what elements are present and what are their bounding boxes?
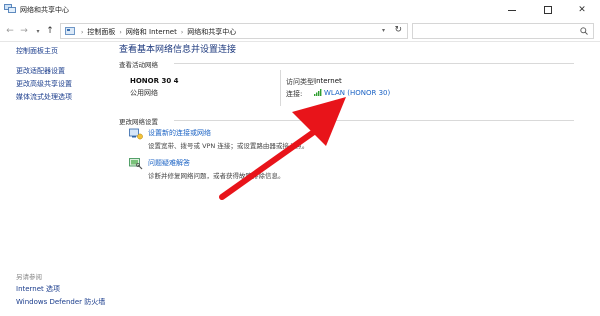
- navigation-bar: ← → ▾ ↑ › 控制面板 › 网络和 Internet › 网络和共享中心 …: [0, 20, 600, 42]
- back-button[interactable]: ←: [4, 24, 16, 38]
- chevron-down-icon: ▾: [36, 27, 40, 35]
- address-dropdown-icon[interactable]: ▾: [382, 27, 385, 34]
- control-panel-icon: [65, 27, 75, 35]
- media-streaming-options-link[interactable]: 媒体流式处理选项: [16, 92, 72, 102]
- network-setup-icon: [129, 128, 143, 140]
- network-name: HONOR 30 4: [130, 77, 179, 85]
- close-button[interactable]: ✕: [564, 0, 600, 20]
- recent-locations-button[interactable]: ▾: [32, 24, 44, 38]
- breadcrumb-network-center[interactable]: 网络和共享中心: [187, 27, 236, 37]
- network-center-icon: [4, 4, 16, 13]
- connection-wlan-link[interactable]: WLAN (HONOR 30): [324, 89, 390, 97]
- change-advanced-sharing-link[interactable]: 更改高级共享设置: [16, 79, 72, 89]
- window-title: 网络和共享中心: [20, 6, 69, 14]
- up-button[interactable]: ↑: [44, 24, 56, 38]
- maximize-button[interactable]: [530, 0, 566, 20]
- up-arrow-icon: ↑: [46, 26, 54, 36]
- troubleshoot-desc: 诊断并修复网络问题，或者获得故障排除信息。: [148, 172, 285, 180]
- page-title: 查看基本网络信息并设置连接: [119, 45, 237, 55]
- minimize-icon: [508, 9, 516, 11]
- breadcrumb-separator-icon: ›: [180, 28, 184, 36]
- back-arrow-icon: ←: [6, 26, 14, 36]
- wifi-signal-icon: [314, 89, 322, 96]
- breadcrumb-network-internet[interactable]: 网络和 Internet: [126, 27, 177, 37]
- maximize-icon: [544, 6, 552, 14]
- forward-button[interactable]: →: [18, 24, 30, 38]
- change-settings-label: 更改网络设置: [119, 118, 158, 126]
- active-networks-label: 查看活动网络: [119, 61, 158, 69]
- breadcrumb-control-panel[interactable]: 控制面板: [87, 27, 115, 37]
- title-bar: 网络和共享中心 ✕: [0, 0, 600, 20]
- windows-defender-firewall-link[interactable]: Windows Defender 防火墙: [16, 297, 105, 307]
- network-profile-link[interactable]: 公用网络: [130, 88, 158, 98]
- address-bar[interactable]: › 控制面板 › 网络和 Internet › 网络和共享中心 ▾ ↻: [60, 23, 408, 39]
- setup-new-connection-link[interactable]: 设置新的连接或网络: [148, 128, 211, 138]
- see-also-label: 另请参阅: [16, 273, 42, 281]
- access-type-label: 访问类型:: [286, 78, 317, 86]
- section-divider: [174, 120, 574, 121]
- troubleshoot-icon: [129, 158, 143, 170]
- breadcrumb-separator-icon: ›: [119, 28, 122, 36]
- setup-new-connection-desc: 设置宽带、拨号或 VPN 连接；或设置路由器或接入点。: [148, 142, 309, 150]
- refresh-icon[interactable]: ↻: [394, 25, 402, 35]
- connection-label: 连接:: [286, 90, 303, 98]
- breadcrumb: › 控制面板 › 网络和 Internet › 网络和共享中心: [81, 27, 236, 37]
- main-content: 查看基本网络信息并设置连接 查看活动网络 HONOR 30 4 公用网络 访问类…: [108, 42, 600, 316]
- control-panel-home-link[interactable]: 控制面板主页: [16, 46, 58, 56]
- breadcrumb-separator-icon: ›: [81, 28, 84, 36]
- left-pane: 控制面板主页 更改适配器设置 更改高级共享设置 媒体流式处理选项 另请参阅 In…: [0, 42, 108, 316]
- access-type-value: Internet: [314, 77, 342, 85]
- change-adapter-settings-link[interactable]: 更改适配器设置: [16, 66, 65, 76]
- search-input[interactable]: [412, 23, 594, 39]
- minimize-button[interactable]: [494, 0, 530, 20]
- search-icon: [580, 27, 588, 35]
- section-divider: [174, 63, 574, 64]
- forward-arrow-icon: →: [20, 26, 28, 36]
- internet-options-link[interactable]: Internet 选项: [16, 284, 60, 294]
- troubleshoot-link[interactable]: 问题疑难解答: [148, 158, 190, 168]
- vertical-divider: [280, 70, 281, 106]
- close-icon: ✕: [578, 5, 586, 15]
